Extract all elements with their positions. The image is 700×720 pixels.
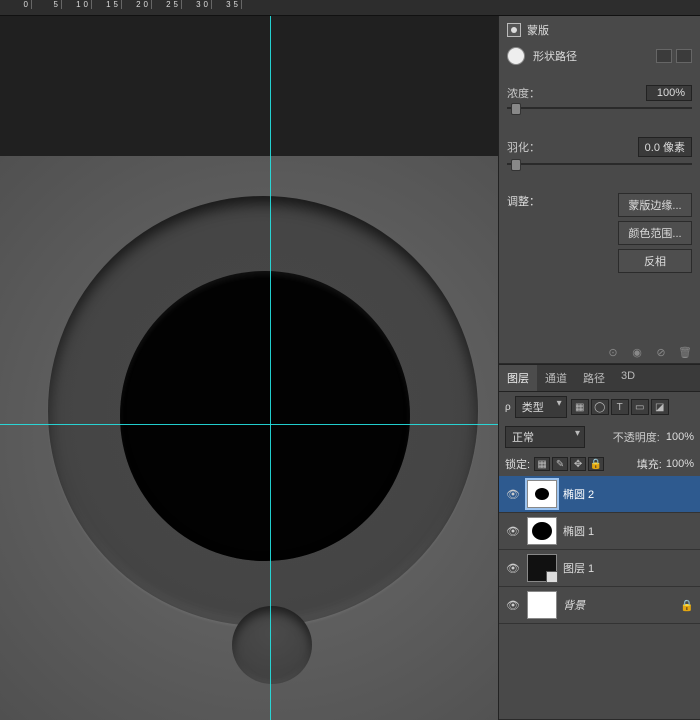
layer-name[interactable]: 椭圆 2	[563, 486, 594, 502]
blend-mode-dropdown[interactable]: 正常	[505, 426, 585, 448]
tab-通道[interactable]: 通道	[537, 365, 575, 391]
guide-vertical[interactable]	[270, 16, 271, 720]
visibility-eye-icon[interactable]: 👁	[505, 598, 521, 612]
visibility-eye-icon[interactable]: 👁	[505, 524, 521, 538]
density-slider[interactable]	[499, 107, 700, 117]
lock-icon-1[interactable]: ✎	[552, 457, 568, 471]
lock-icon-0[interactable]: ▦	[534, 457, 550, 471]
layer-row[interactable]: 👁 椭圆 2	[499, 476, 700, 513]
pixel-mask-button[interactable]	[656, 49, 672, 63]
tab-图层[interactable]: 图层	[499, 365, 537, 391]
opacity-label: 不透明度:	[613, 429, 660, 445]
filter-kind-dropdown[interactable]: 类型	[515, 396, 567, 418]
lock-icon-2[interactable]: ✥	[570, 457, 586, 471]
mask-apply-icon[interactable]: ⊙	[606, 345, 620, 359]
layer-row[interactable]: 👁 图层 1	[499, 550, 700, 587]
mask-thumb-icon	[507, 47, 525, 65]
adjust-label: 调整：	[507, 193, 540, 273]
lock-icon: 🔒	[680, 599, 694, 612]
layer-thumbnail[interactable]	[527, 517, 557, 545]
invert-button[interactable]: 反相	[618, 249, 692, 273]
feather-value[interactable]: 0.0 像素	[638, 137, 692, 157]
layer-name[interactable]: 图层 1	[563, 560, 594, 576]
ruler-horizontal: 05101520253035	[0, 0, 700, 16]
mask-panel: 蒙版 形状路径 浓度： 100% 羽化： 0.0 像素	[499, 16, 700, 364]
layers-panel: 图层通道路径3D ρ 类型 ▦◯T▭◪ 正常 不透明度: 100% 锁定: ▦✎…	[499, 364, 700, 720]
mask-view-icon[interactable]: ◉	[630, 345, 644, 359]
feather-label: 羽化：	[507, 139, 540, 155]
layer-name[interactable]: 椭圆 1	[563, 523, 594, 539]
color-range-button[interactable]: 颜色范围...	[618, 221, 692, 245]
filter-icon-1[interactable]: ◯	[591, 399, 609, 415]
filter-icon-0[interactable]: ▦	[571, 399, 589, 415]
canvas-offscreen	[0, 16, 498, 156]
filter-icon-2[interactable]: T	[611, 399, 629, 415]
filter-icon-4[interactable]: ◪	[651, 399, 669, 415]
canvas-area[interactable]	[0, 16, 498, 720]
filter-kind-icon: ρ	[505, 402, 511, 413]
layer-thumbnail[interactable]	[527, 554, 557, 582]
lock-icon-3[interactable]: 🔒	[588, 457, 604, 471]
layer-row[interactable]: 👁 背景 🔒	[499, 587, 700, 624]
feather-slider[interactable]	[499, 163, 700, 173]
tab-3D[interactable]: 3D	[613, 365, 643, 391]
density-value[interactable]: 100%	[646, 85, 692, 101]
layer-row[interactable]: 👁 椭圆 1	[499, 513, 700, 550]
layer-thumbnail[interactable]	[527, 480, 557, 508]
guide-horizontal[interactable]	[0, 424, 498, 425]
mask-icon	[507, 23, 521, 37]
fill-value[interactable]: 100%	[666, 458, 694, 470]
shape-inner-circle	[120, 271, 410, 561]
mask-panel-title: 蒙版	[527, 22, 549, 38]
opacity-value[interactable]: 100%	[666, 431, 694, 443]
shape-bottom-bump	[232, 606, 312, 684]
vector-mask-button[interactable]	[676, 49, 692, 63]
mask-path-label: 形状路径	[533, 48, 577, 64]
filter-icon-3[interactable]: ▭	[631, 399, 649, 415]
fill-label: 填充:	[637, 456, 662, 472]
lock-label: 锁定:	[505, 456, 530, 472]
mask-delete-icon[interactable]: 🗑	[678, 345, 692, 359]
mask-disable-icon[interactable]: ⊘	[654, 345, 668, 359]
visibility-eye-icon[interactable]: 👁	[505, 487, 521, 501]
mask-edge-button[interactable]: 蒙版边缘...	[618, 193, 692, 217]
visibility-eye-icon[interactable]: 👁	[505, 561, 521, 575]
tab-路径[interactable]: 路径	[575, 365, 613, 391]
density-label: 浓度：	[507, 85, 540, 101]
layer-thumbnail[interactable]	[527, 591, 557, 619]
layer-name[interactable]: 背景	[563, 597, 585, 613]
